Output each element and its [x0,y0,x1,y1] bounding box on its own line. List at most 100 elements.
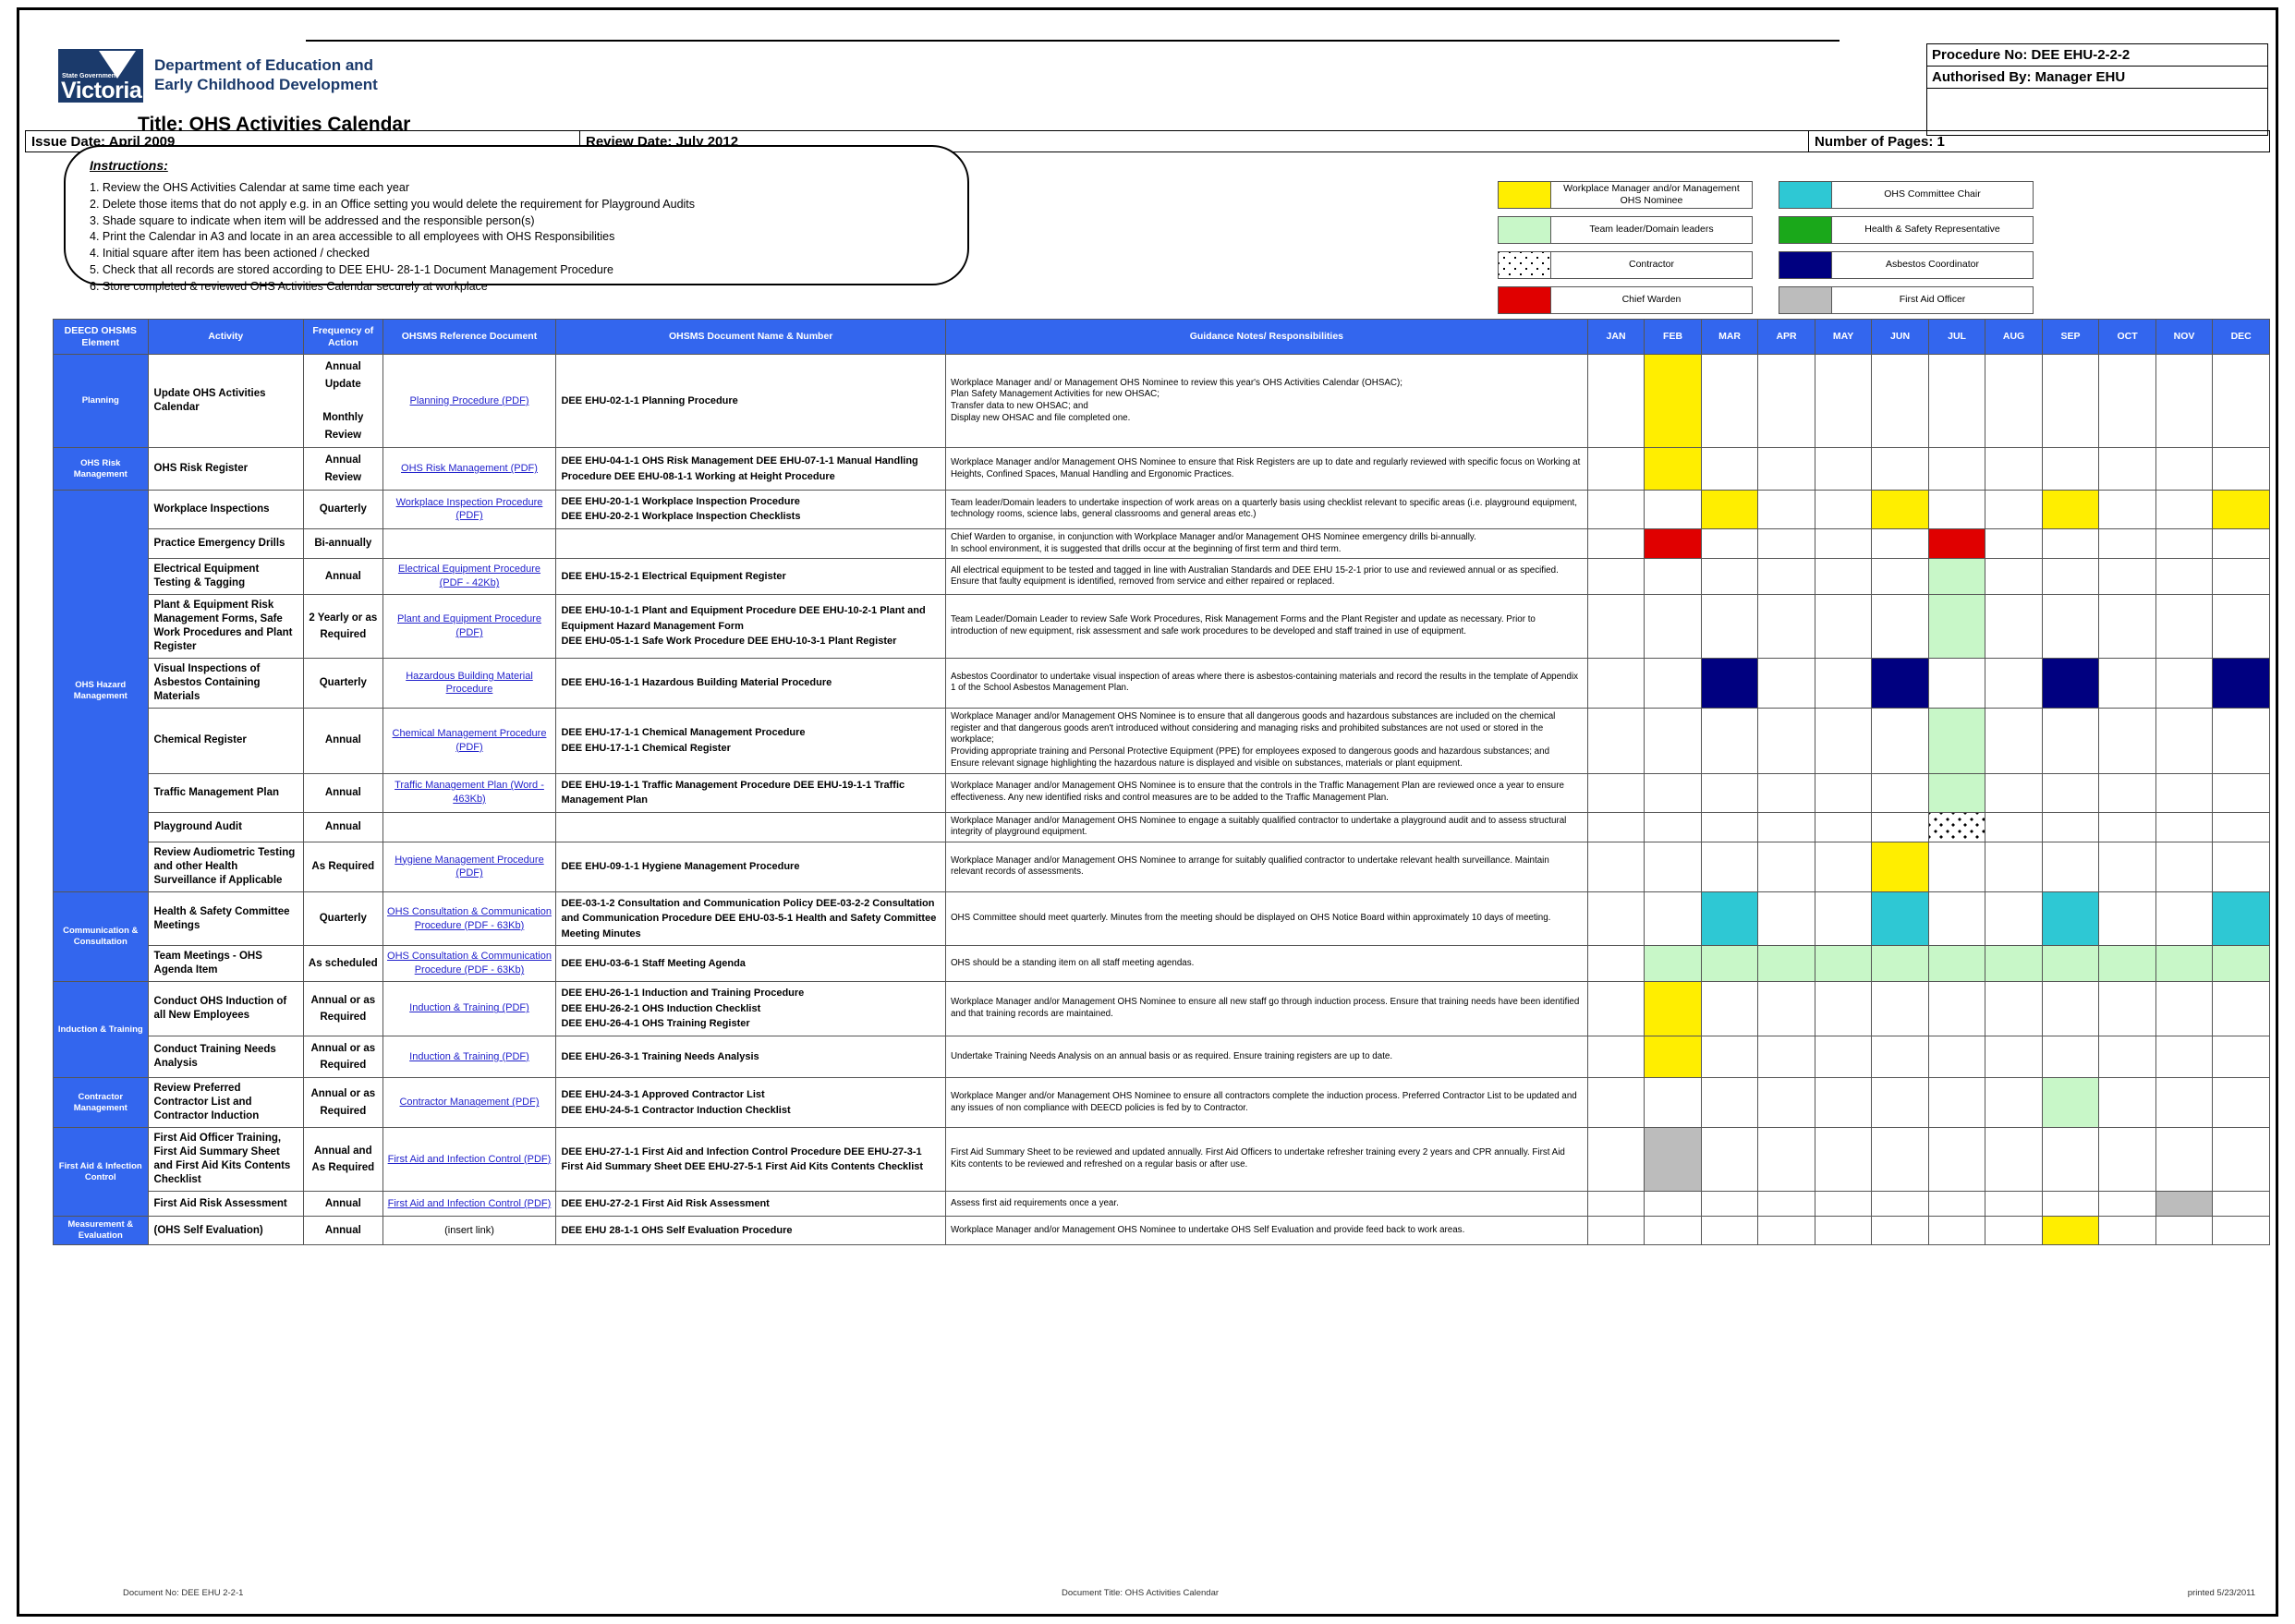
reference-document-cell[interactable]: Contractor Management (PDF) [382,1077,557,1129]
month-cell-jun[interactable] [1871,594,1929,660]
month-cell-mar[interactable] [1700,558,1759,596]
month-cell-dec[interactable] [2212,811,2270,842]
month-cell-apr[interactable] [1757,1127,1815,1192]
month-cell-dec[interactable] [2212,841,2270,892]
month-cell-may[interactable] [1814,1077,1873,1129]
month-cell-jan[interactable] [1586,354,1645,449]
month-cell-jun[interactable] [1871,1216,1929,1246]
month-cell-feb[interactable] [1644,1035,1702,1079]
month-cell-may[interactable] [1814,1216,1873,1246]
month-cell-sep[interactable] [2041,891,2100,947]
month-cell-jan[interactable] [1586,1077,1645,1129]
month-cell-feb[interactable] [1644,891,1702,947]
month-cell-jan[interactable] [1586,841,1645,892]
month-cell-mar[interactable] [1700,772,1759,813]
month-cell-jun[interactable] [1871,841,1929,892]
month-cell-aug[interactable] [1985,891,2043,947]
reference-link[interactable]: Traffic Management Plan (Word - 463Kb) [395,780,544,805]
reference-document-cell[interactable]: First Aid and Infection Control (PDF) [382,1127,557,1192]
month-cell-sep[interactable] [2041,594,2100,660]
month-cell-jun[interactable] [1871,558,1929,596]
month-cell-aug[interactable] [1985,1190,2043,1218]
month-cell-sep[interactable] [2041,1190,2100,1218]
reference-document-cell[interactable]: Plant and Equipment Procedure (PDF) [382,594,557,660]
reference-link[interactable]: Hygiene Management Procedure (PDF) [395,854,543,879]
month-cell-dec[interactable] [2212,1035,2270,1079]
month-cell-may[interactable] [1814,447,1873,491]
month-cell-feb[interactable] [1644,1190,1702,1218]
month-cell-jan[interactable] [1586,1127,1645,1192]
month-cell-jul[interactable] [1927,841,1986,892]
month-cell-feb[interactable] [1644,489,1702,529]
month-cell-nov[interactable] [2155,1077,2214,1129]
month-cell-aug[interactable] [1985,1077,2043,1129]
month-cell-aug[interactable] [1985,1035,2043,1079]
month-cell-may[interactable] [1814,527,1873,560]
month-cell-jan[interactable] [1586,658,1645,709]
month-cell-oct[interactable] [2098,354,2156,449]
month-cell-aug[interactable] [1985,811,2043,842]
month-cell-mar[interactable] [1700,354,1759,449]
month-cell-oct[interactable] [2098,1035,2156,1079]
month-cell-apr[interactable] [1757,707,1815,774]
month-cell-sep[interactable] [2041,447,2100,491]
reference-link[interactable]: Plant and Equipment Procedure (PDF) [397,613,541,638]
month-cell-dec[interactable] [2212,1190,2270,1218]
month-cell-dec[interactable] [2212,707,2270,774]
month-cell-jul[interactable] [1927,489,1986,529]
reference-document-cell[interactable]: Induction & Training (PDF) [382,1035,557,1079]
month-cell-feb[interactable] [1644,981,1702,1036]
reference-link[interactable]: OHS Consultation & Communication Procedu… [387,906,552,931]
month-cell-feb[interactable] [1644,772,1702,813]
month-cell-dec[interactable] [2212,558,2270,596]
month-cell-dec[interactable] [2212,1127,2270,1192]
month-cell-sep[interactable] [2041,527,2100,560]
month-cell-oct[interactable] [2098,447,2156,491]
month-cell-feb[interactable] [1644,1216,1702,1246]
month-cell-jun[interactable] [1871,945,1929,983]
month-cell-feb[interactable] [1644,1077,1702,1129]
month-cell-jul[interactable] [1927,772,1986,813]
month-cell-jul[interactable] [1927,1190,1986,1218]
month-cell-apr[interactable] [1757,527,1815,560]
month-cell-feb[interactable] [1644,707,1702,774]
month-cell-sep[interactable] [2041,1035,2100,1079]
month-cell-aug[interactable] [1985,489,2043,529]
reference-document-cell[interactable]: OHS Consultation & Communication Procedu… [382,891,557,947]
month-cell-mar[interactable] [1700,1190,1759,1218]
month-cell-jun[interactable] [1871,811,1929,842]
month-cell-jan[interactable] [1586,891,1645,947]
month-cell-feb[interactable] [1644,594,1702,660]
month-cell-nov[interactable] [2155,527,2214,560]
month-cell-apr[interactable] [1757,945,1815,983]
month-cell-apr[interactable] [1757,447,1815,491]
month-cell-dec[interactable] [2212,447,2270,491]
month-cell-sep[interactable] [2041,489,2100,529]
month-cell-jul[interactable] [1927,1216,1986,1246]
month-cell-jan[interactable] [1586,707,1645,774]
month-cell-oct[interactable] [2098,707,2156,774]
month-cell-jul[interactable] [1927,1035,1986,1079]
month-cell-nov[interactable] [2155,707,2214,774]
reference-link[interactable]: OHS Risk Management (PDF) [401,463,538,474]
month-cell-aug[interactable] [1985,1127,2043,1192]
month-cell-may[interactable] [1814,354,1873,449]
month-cell-nov[interactable] [2155,1216,2214,1246]
month-cell-aug[interactable] [1985,707,2043,774]
month-cell-jan[interactable] [1586,1190,1645,1218]
month-cell-mar[interactable] [1700,447,1759,491]
month-cell-may[interactable] [1814,707,1873,774]
month-cell-may[interactable] [1814,658,1873,709]
month-cell-jun[interactable] [1871,1190,1929,1218]
month-cell-may[interactable] [1814,811,1873,842]
month-cell-nov[interactable] [2155,1127,2214,1192]
month-cell-sep[interactable] [2041,558,2100,596]
month-cell-aug[interactable] [1985,658,2043,709]
reference-document-cell[interactable]: Planning Procedure (PDF) [382,354,557,449]
month-cell-feb[interactable] [1644,527,1702,560]
reference-document-cell[interactable]: Hazardous Building Material Procedure [382,658,557,709]
month-cell-aug[interactable] [1985,594,2043,660]
month-cell-oct[interactable] [2098,489,2156,529]
month-cell-nov[interactable] [2155,891,2214,947]
month-cell-may[interactable] [1814,594,1873,660]
